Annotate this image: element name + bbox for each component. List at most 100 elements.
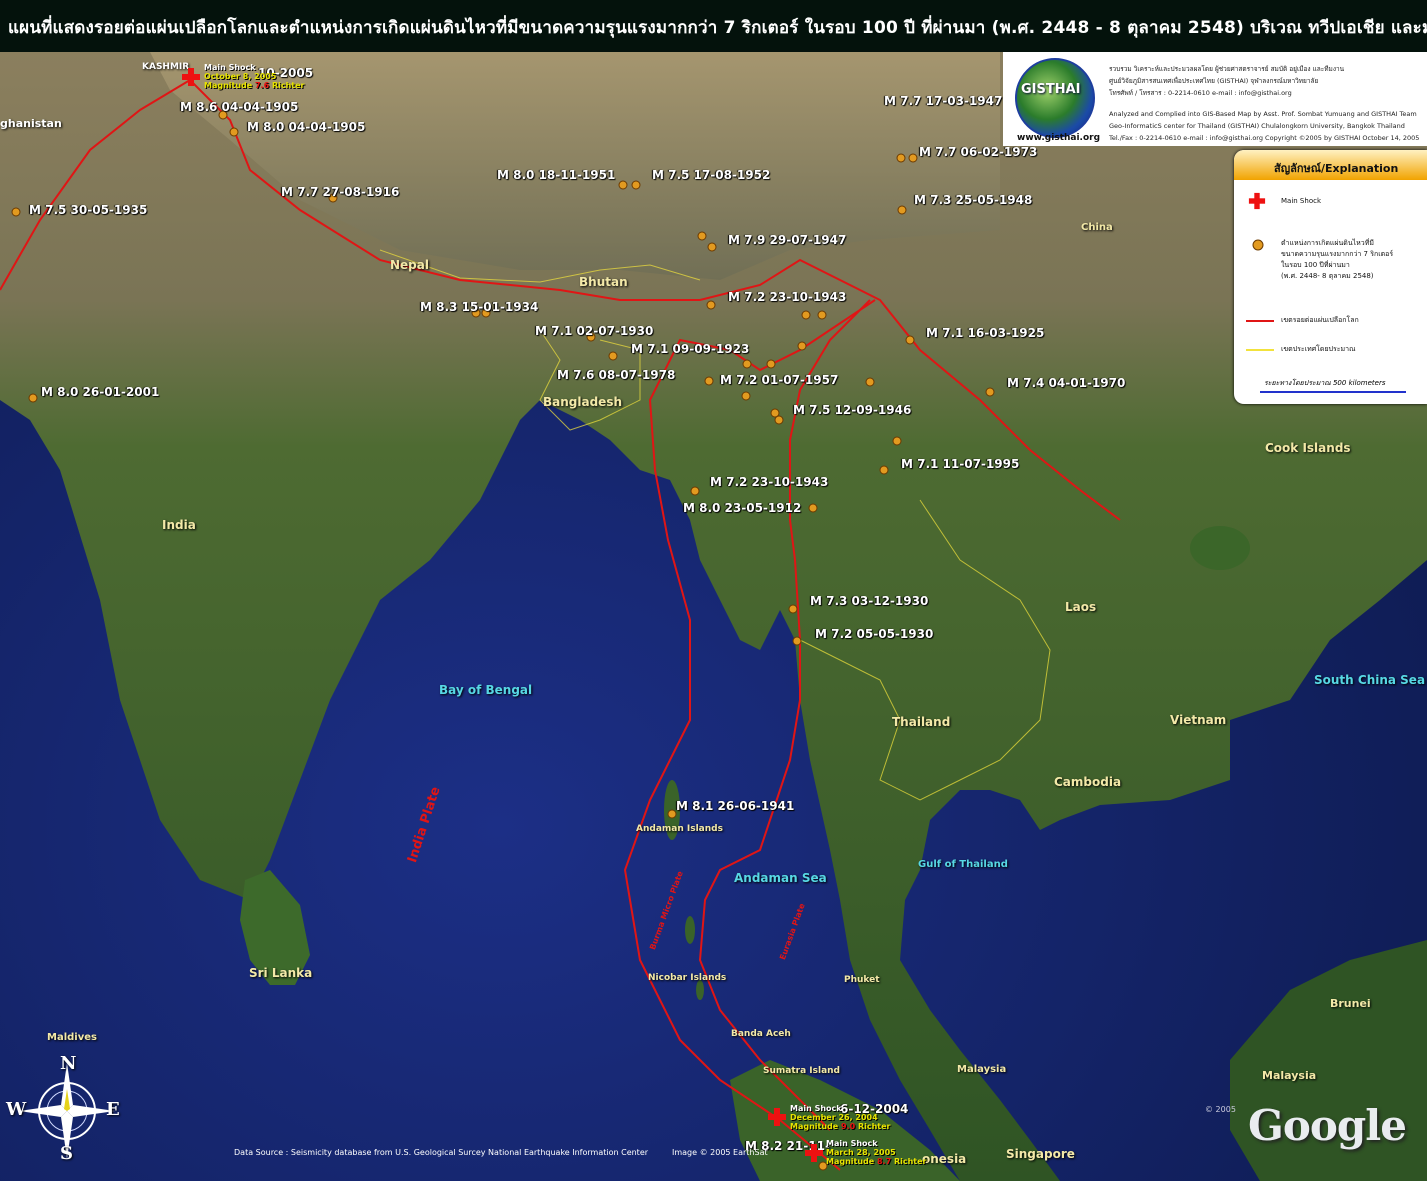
credit-line: โทรศัพท์ / โทรสาร : 0-2214-0610 e-mail :… [1109, 89, 1292, 97]
gisthai-globe-logo [1015, 58, 1095, 138]
quake-label: M 8.0 26-01-2001 [41, 385, 160, 399]
legend-quake-icon [1252, 239, 1264, 251]
quake-marker [908, 153, 918, 163]
main-shock-sumatra-2004: Main Shock December 26, 2004 Magnitude 9… [790, 1104, 890, 1131]
quake-label: M 8.6 04-04-1905 [180, 100, 299, 114]
quake-marker [766, 359, 776, 369]
place-gulf-of-thailand: Gulf of Thailand [918, 859, 1008, 870]
gisthai-logo-name: GISTHAI [1021, 82, 1081, 97]
quake-marker [608, 351, 618, 361]
main-shock-label: Main Shock [826, 1139, 878, 1148]
place-cook-islands: Cook Islands [1265, 441, 1351, 455]
credit-line: ศูนย์วิจัยภูมิสารสนเทศเพื่อประเทศไทย (GI… [1109, 77, 1319, 85]
place-banda-aceh: Banda Aceh [731, 1029, 791, 1039]
place-south-china-sea: South China Sea [1314, 673, 1426, 687]
legend-quake-line: ในรอบ 100 ปีที่ผ่านมา [1281, 261, 1350, 269]
legend-country-line [1246, 349, 1274, 351]
image-credit: Image © 2005 EarthSat [672, 1148, 768, 1157]
quake-label: M 8.3 15-01-1934 [420, 300, 539, 314]
legend-quake-line: ขนาดความรุนแรงมากกว่า 7 ริกเตอร์ [1281, 250, 1394, 258]
scale-bar [1260, 391, 1406, 393]
place-phuket: Phuket [844, 975, 880, 985]
quake-marker [892, 436, 902, 446]
legend-main-shock-label: Main Shock [1281, 197, 1322, 205]
quake-label: M 7.7 17-03-1947 [884, 94, 1003, 108]
quake-label: M 8.0 18-11-1951 [497, 168, 616, 182]
compass-e: E [106, 1099, 120, 1120]
quake-marker [792, 636, 802, 646]
compass-n: N [60, 1053, 77, 1074]
gisthai-url[interactable]: www.gisthai.org [1017, 133, 1100, 143]
legend-title: สัญลักษณ์/Explanation [1274, 162, 1399, 175]
place-brunei: Brunei [1330, 997, 1371, 1010]
legend-header: สัญลักษณ์/Explanation [1234, 150, 1427, 180]
credit-line: Tel./Fax : 0-2214-0610 e-mail : info@gis… [1109, 134, 1420, 142]
quake-marker [690, 486, 700, 496]
legend-plate-label: เขตรอยต่อแผ่นเปลือกโลก [1281, 316, 1359, 324]
place-bhutan: Bhutan [579, 275, 628, 289]
title-bar: แผนที่แสดงรอยต่อแผ่นเปลือกโลกและตำแหน่งก… [0, 0, 1427, 52]
quake-marker [741, 391, 751, 401]
quake-marker [897, 205, 907, 215]
quake-label: M 7.2 23-10-1943 [728, 290, 847, 304]
quake-label: M 7.1 11-07-1995 [901, 457, 1020, 471]
place-bay-of-bengal: Bay of Bengal [439, 683, 533, 697]
legend-panel: สัญลักษณ์/Explanation Main Shock ตำแหน่ง… [1234, 150, 1427, 404]
main-shock-marker [182, 68, 200, 86]
quake-marker [896, 153, 906, 163]
legend-quake-line: ตำแหน่งการเกิดแผ่นดินไหวที่มี [1281, 239, 1374, 247]
quake-label: M 7.5 17-08-1952 [652, 168, 771, 182]
compass-s: S [60, 1143, 73, 1164]
main-shock-label: Main Shock [790, 1104, 842, 1113]
place-maldives: Maldives [47, 1032, 97, 1043]
place-singapore: Singapore [1006, 1147, 1075, 1161]
legend-country-label: เขตประเทศโดยประมาณ [1281, 345, 1356, 353]
place-cambodia: Cambodia [1054, 775, 1122, 789]
main-shock-magnitude-line: Magnitude 9.0 Richter [790, 1122, 891, 1131]
map-title: แผนที่แสดงรอยต่อแผ่นเปลือกโลกและตำแหน่งก… [8, 18, 1427, 38]
credit-line: Analyzed and Complied into GIS-Based Map… [1109, 110, 1417, 118]
quake-marker [667, 809, 677, 819]
quake-marker [229, 127, 239, 137]
quake-label: M 7.6 08-07-1978 [557, 368, 676, 382]
quake-marker [801, 310, 811, 320]
quake-marker [706, 300, 716, 310]
quake-marker [697, 231, 707, 241]
place-sumatra-island: Sumatra Island [763, 1066, 841, 1076]
quake-marker [808, 503, 818, 513]
place-laos: Laos [1065, 600, 1097, 614]
quake-label: M 7.2 23-10-1943 [710, 475, 829, 489]
place-nepal: Nepal [390, 258, 429, 272]
credit-line: รวบรวม วิเคราะห์และประมวลผลโดย ผู้ช่วยศา… [1109, 65, 1345, 73]
quake-marker [788, 604, 798, 614]
quake-label: M 7.2 01-07-1957 [720, 373, 839, 387]
place-andaman-islands: Andaman Islands [636, 824, 723, 834]
main-shock-magnitude-line: Magnitude 7.6 Richter [204, 81, 305, 90]
main-shock-date: March 28, 2005 [826, 1148, 896, 1157]
quake-marker [817, 310, 827, 320]
quake-label: M 7.3 03-12-1930 [810, 594, 929, 608]
main-shock-magnitude-line: Magnitude 8.7 Richter [826, 1157, 927, 1166]
place-afghanistan: ghanistan [0, 117, 62, 130]
place-thailand: Thailand [892, 715, 951, 729]
quake-label: M 7.3 25-05-1948 [914, 193, 1033, 207]
place-nicobar-islands: Nicobar Islands [648, 973, 727, 983]
quake-label: M 7.1 16-03-1925 [926, 326, 1045, 340]
quake-marker [742, 359, 752, 369]
earthquake-map: แผนที่แสดงรอยต่อแผ่นเปลือกโลกและตำแหน่งก… [0, 0, 1427, 1181]
quake-label: M 7.5 30-05-1935 [29, 203, 148, 217]
place-india: India [162, 518, 196, 532]
quake-marker [11, 207, 21, 217]
quake-label: M 7.7 06-02-1973 [919, 145, 1038, 159]
place-vietnam: Vietnam [1170, 713, 1227, 727]
place-sri-lanka: Sri Lanka [249, 966, 313, 980]
place-andaman-sea: Andaman Sea [734, 871, 827, 885]
quake-label: M 7.1 02-07-1930 [535, 324, 654, 338]
quake-label: M 8.0 23-05-1912 [683, 501, 802, 515]
quake-label: M 8.1 26-06-1941 [676, 799, 795, 813]
quake-marker [774, 415, 784, 425]
place-malaysia-west: Malaysia [957, 1064, 1007, 1075]
compass-w: W [6, 1099, 27, 1120]
quake-label: M 7.7 27-08-1916 [281, 185, 400, 199]
main-shock-marker [805, 1144, 823, 1162]
